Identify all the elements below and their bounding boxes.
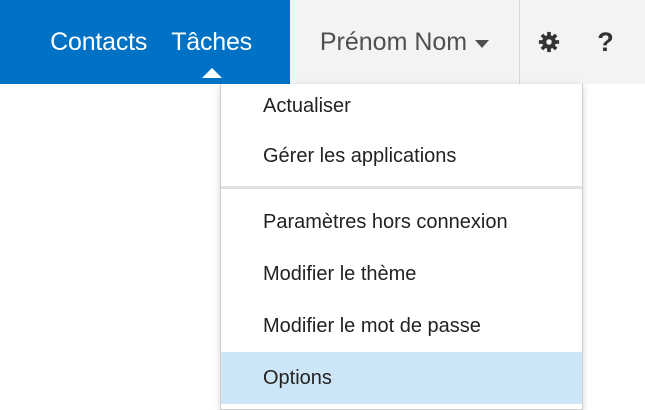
header-controls: Prénom Nom ?	[290, 0, 645, 84]
gear-icon	[538, 31, 559, 53]
user-name: Prénom Nom	[319, 27, 468, 56]
help-button[interactable]: ?	[577, 0, 634, 84]
settings-button[interactable]	[520, 0, 577, 84]
menu-separator	[221, 186, 582, 189]
user-menu-button[interactable]: Prénom Nom	[290, 0, 520, 84]
chevron-down-icon	[475, 39, 490, 48]
top-navigation-bar: Contacts Tâches Prénom Nom ?	[0, 0, 645, 84]
menu-item-actualiser[interactable]: Actualiser	[221, 80, 582, 132]
page: Contacts Tâches Prénom Nom ? Actualiser …	[0, 0, 645, 410]
nav-contacts[interactable]: Contacts	[50, 28, 147, 57]
app-nav: Contacts Tâches	[0, 0, 290, 84]
menu-item-parametres-hors-connexion[interactable]: Paramètres hors connexion	[221, 196, 582, 248]
settings-dropdown-menu: Actualiser Gérer les applications Paramè…	[220, 84, 583, 410]
menu-item-options[interactable]: Options	[221, 352, 582, 404]
menu-item-modifier-theme[interactable]: Modifier le thème	[221, 248, 582, 300]
help-icon: ?	[597, 26, 614, 57]
nav-tasks[interactable]: Tâches	[171, 28, 252, 78]
menu-item-modifier-mot-de-passe[interactable]: Modifier le mot de passe	[221, 300, 582, 352]
menu-item-gerer-applications[interactable]: Gérer les applications	[221, 130, 582, 182]
